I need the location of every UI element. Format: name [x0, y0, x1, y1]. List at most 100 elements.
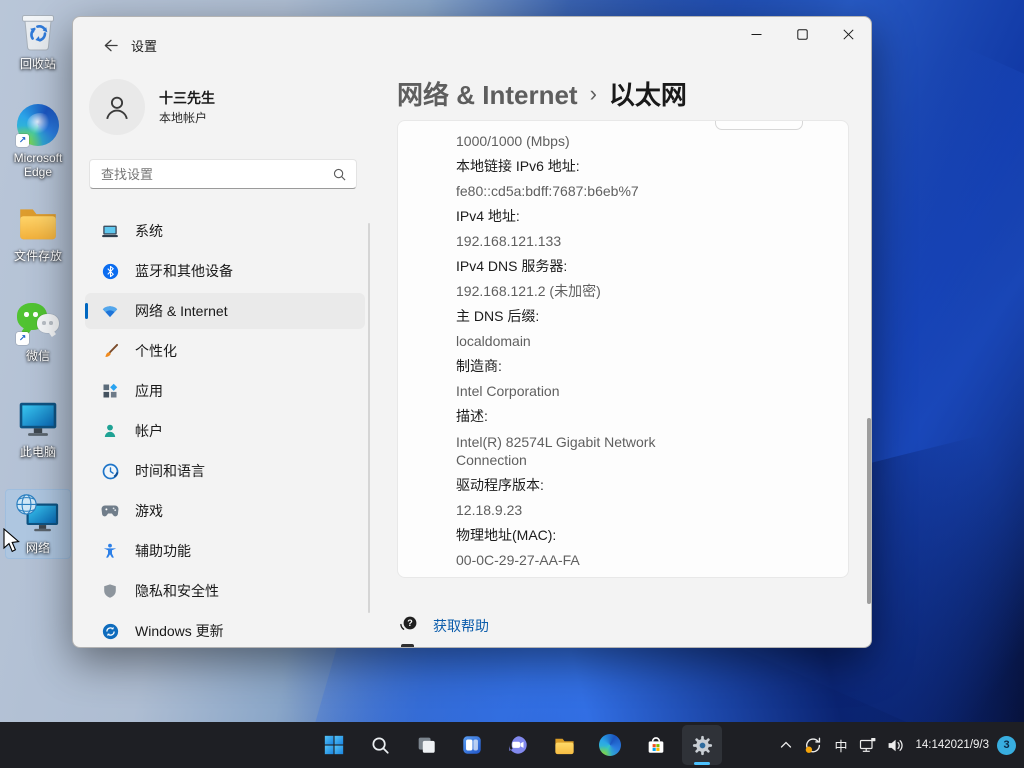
property-label: 描述: [456, 404, 828, 429]
start-button[interactable] [314, 725, 354, 765]
page-title: 以太网 [609, 75, 687, 112]
settings-window: 设置 十三先生 本地帐户 [72, 16, 872, 648]
sidebar-item-label: 辅助功能 [135, 541, 191, 561]
maximize-button[interactable] [779, 17, 825, 51]
sidebar-item-accessibility[interactable]: 辅助功能 [85, 533, 365, 569]
sidebar-item-apps[interactable]: 应用 [85, 373, 365, 409]
breadcrumb-separator-icon: › [590, 81, 597, 107]
search-input[interactable] [90, 167, 333, 182]
sidebar-item-windows-update[interactable]: Windows 更新 [85, 613, 365, 648]
tray-clock[interactable]: 14:14 2021/9/3 [909, 725, 997, 765]
sidebar-item-time-language[interactable]: 时间和语言 [85, 453, 365, 489]
content-scrollbar[interactable] [867, 418, 871, 604]
sidebar-item-network-internet[interactable]: 网络 & Internet [85, 293, 365, 329]
settings-button[interactable] [682, 725, 722, 765]
property-value: Intel Corporation [456, 379, 828, 404]
breadcrumb-parent[interactable]: 网络 & Internet [397, 75, 578, 112]
copy-button-partial[interactable] [715, 120, 803, 130]
desktop-icon-label: 网络 [26, 541, 50, 555]
desktop-icon-label: 回收站 [20, 57, 56, 71]
accessibility-icon [101, 542, 119, 560]
desktop-icon-edge[interactable]: ↗ Microsoft Edge [6, 102, 70, 179]
sidebar-scrollbar[interactable] [368, 223, 370, 613]
sidebar-item-label: Windows 更新 [135, 621, 224, 641]
property-value: 192.168.121.2 (未加密) [456, 279, 828, 304]
sidebar-item-personalization[interactable]: 个性化 [85, 333, 365, 369]
sidebar-item-label: 网络 & Internet [135, 301, 228, 321]
svg-text:?: ? [407, 618, 413, 628]
sidebar-item-label: 隐私和安全性 [135, 581, 219, 601]
property-label: IPv4 地址: [456, 204, 828, 229]
window-title: 设置 [131, 36, 157, 55]
person-icon [101, 422, 119, 440]
tray-ime-indicator[interactable]: 中 [827, 725, 854, 765]
shortcut-arrow-icon: ↗ [16, 332, 29, 345]
taskbar: 中 14:14 2021/9/3 3 [0, 722, 1024, 768]
desktop-icon-this-pc[interactable]: 此电脑 [6, 396, 70, 459]
property-value: Intel(R) 82574L Gigabit Network Connecti… [456, 429, 676, 473]
desktop-icon-wechat[interactable]: ↗ 微信 [6, 300, 70, 363]
task-view-button[interactable] [406, 725, 446, 765]
mouse-cursor [2, 528, 22, 559]
tray-volume-icon[interactable] [882, 725, 909, 765]
sidebar-item-label: 系统 [135, 221, 163, 241]
help-icon: ? [399, 613, 419, 638]
property-label: 制造商: [456, 354, 828, 379]
property-value: 192.168.121.133 [456, 229, 828, 254]
sidebar-item-label: 应用 [135, 381, 163, 401]
property-label: IPv4 DNS 服务器: [456, 254, 828, 279]
system-icon [101, 222, 119, 240]
sidebar-item-privacy-security[interactable]: 隐私和安全性 [85, 573, 365, 609]
get-help-link[interactable]: ? 获取帮助 [399, 613, 489, 638]
sidebar-item-label: 个性化 [135, 341, 177, 361]
user-name: 十三先生 [159, 88, 215, 108]
search-icon [333, 168, 346, 181]
sidebar-item-bluetooth[interactable]: 蓝牙和其他设备 [85, 253, 365, 289]
property-label: 本地链接 IPv6 地址: [456, 154, 828, 179]
notification-badge[interactable]: 3 [997, 736, 1016, 755]
gamepad-icon [101, 502, 119, 520]
property-value: localdomain [456, 329, 828, 354]
wechat-icon: ↗ [15, 300, 61, 346]
desktop: 回收站 ↗ Microsoft Edge 文件存放 ↗ 微信 [0, 0, 1024, 768]
tray-update-icon[interactable] [798, 725, 827, 765]
tray-date: 2021/9/3 [944, 738, 989, 753]
edge-icon: ↗ [15, 102, 61, 148]
apps-icon [101, 382, 119, 400]
ethernet-details-card: 1000/1000 (Mbps) 本地链接 IPv6 地址: fe80::cd5… [397, 120, 849, 578]
property-label: 主 DNS 后缀: [456, 304, 828, 329]
property-value: 00-0C-29-27-AA-FA [456, 548, 828, 573]
monitor-icon [15, 396, 61, 442]
desktop-icon-label: Microsoft Edge [7, 151, 69, 179]
clock-icon [101, 462, 119, 480]
selected-indicator [85, 303, 88, 319]
widgets-button[interactable] [452, 725, 492, 765]
property-value: fe80::cd5a:bdff:7687:b6eb%7 [456, 179, 828, 204]
sidebar-item-label: 蓝牙和其他设备 [135, 261, 233, 281]
settings-search-box[interactable] [89, 159, 357, 189]
avatar[interactable] [89, 79, 145, 135]
bluetooth-icon [101, 262, 119, 280]
sidebar-item-gaming[interactable]: 游戏 [85, 493, 365, 529]
desktop-icon-file-storage[interactable]: 文件存放 [6, 200, 70, 263]
edge-button[interactable] [590, 725, 630, 765]
back-button[interactable] [95, 33, 125, 57]
chat-button[interactable] [498, 725, 538, 765]
feedback-icon-partial [401, 644, 414, 648]
tray-network-icon[interactable] [854, 725, 882, 765]
search-button[interactable] [360, 725, 400, 765]
shield-icon [101, 582, 119, 600]
sidebar-item-system[interactable]: 系统 [85, 213, 365, 249]
desktop-icon-recycle-bin[interactable]: 回收站 [6, 8, 70, 71]
close-button[interactable] [825, 17, 871, 51]
minimize-button[interactable] [733, 17, 779, 51]
store-button[interactable] [636, 725, 676, 765]
breadcrumb: 网络 & Internet › 以太网 [397, 75, 687, 112]
property-value: 1000/1000 (Mbps) [456, 129, 828, 154]
file-explorer-button[interactable] [544, 725, 584, 765]
sidebar-item-accounts[interactable]: 帐户 [85, 413, 365, 449]
tray-time: 14:14 [915, 738, 944, 753]
network-properties-list: 1000/1000 (Mbps) 本地链接 IPv6 地址: fe80::cd5… [398, 121, 848, 573]
tray-overflow-chevron[interactable] [774, 725, 798, 765]
property-label: 物理地址(MAC): [456, 523, 828, 548]
